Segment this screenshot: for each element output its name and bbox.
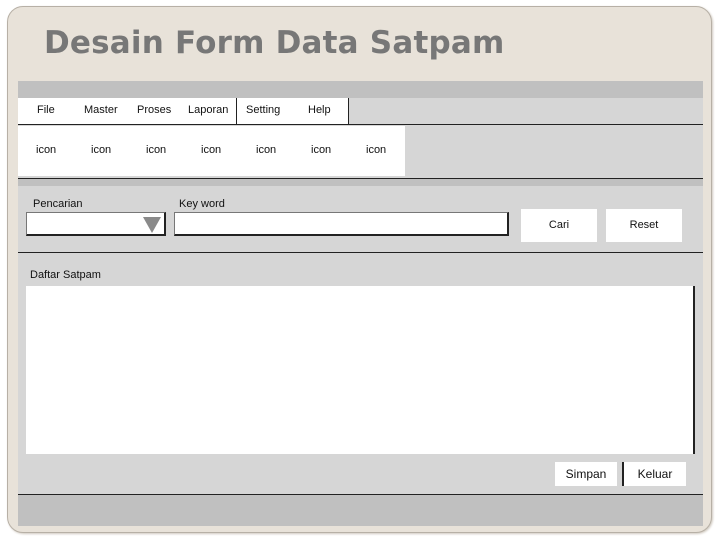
save-button[interactable]: Simpan (555, 462, 617, 486)
search-category-label: Pencarian (33, 198, 83, 210)
menu-setting[interactable]: Setting (246, 104, 280, 116)
toolbar-icon[interactable]: icon (256, 144, 276, 156)
menu-help[interactable]: Help (308, 104, 331, 116)
form-window: File Master Proses Laporan Setting Help … (18, 81, 703, 526)
reset-button[interactable]: Reset (606, 209, 682, 242)
dropdown-arrow-icon[interactable] (143, 217, 161, 233)
search-category-select[interactable] (26, 212, 166, 236)
toolbar: icon icon icon icon icon icon icon (18, 126, 405, 176)
list-label: Daftar Satpam (30, 269, 101, 281)
keyword-input[interactable] (174, 212, 509, 236)
menu-master[interactable]: Master (84, 104, 118, 116)
toolbar-icon[interactable]: icon (311, 144, 331, 156)
keyword-label: Key word (179, 198, 225, 210)
menu-laporan[interactable]: Laporan (188, 104, 228, 116)
title-bar (18, 81, 703, 98)
menu-proses[interactable]: Proses (137, 104, 171, 116)
menu-bar: File Master Proses Laporan Setting Help (18, 98, 349, 125)
toolbar-icon[interactable]: icon (201, 144, 221, 156)
page-title: Desain Form Data Satpam (44, 25, 505, 61)
toolbar-icon[interactable]: icon (366, 144, 386, 156)
toolbar-icon[interactable]: icon (91, 144, 111, 156)
toolbar-icon[interactable]: icon (146, 144, 166, 156)
exit-button[interactable]: Keluar (622, 462, 686, 486)
satpam-list[interactable] (26, 286, 695, 454)
toolbar-icon[interactable]: icon (36, 144, 56, 156)
status-bar (18, 495, 703, 526)
menu-file[interactable]: File (37, 104, 55, 116)
toolbar-shadow (18, 179, 703, 186)
menu-divider (236, 98, 237, 124)
search-separator (18, 252, 703, 253)
menu-separator (18, 124, 703, 125)
search-button[interactable]: Cari (521, 209, 597, 242)
